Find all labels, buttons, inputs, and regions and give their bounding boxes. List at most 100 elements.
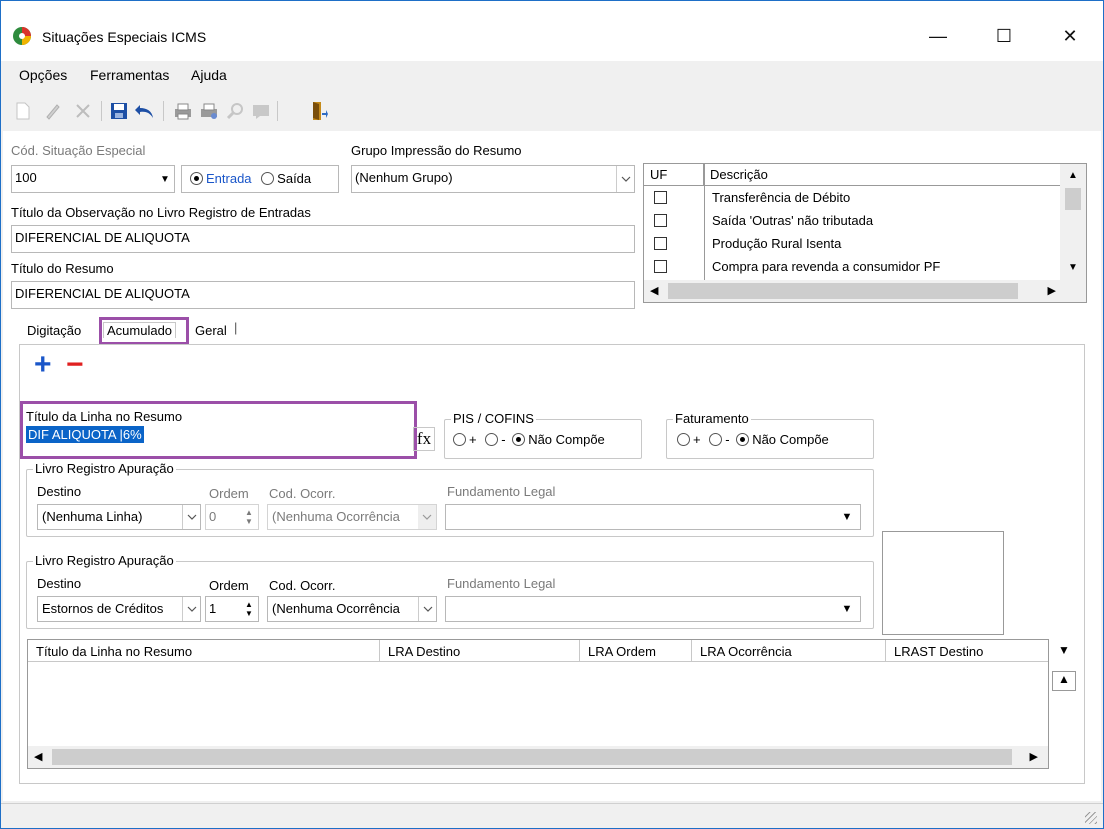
- col-titulo-linha[interactable]: Título da Linha no Resumo: [28, 640, 380, 662]
- fat-nao-compoe-radio[interactable]: Não Compõe: [736, 432, 829, 447]
- toolbar-separator: [163, 101, 164, 121]
- fat-minus-radio[interactable]: -: [709, 432, 730, 447]
- col-lra-ocorrencia[interactable]: LRA Ocorrência: [692, 640, 886, 662]
- lra-legend-2: Livro Registro Apuração: [33, 553, 176, 568]
- lra2-ordem-label: Ordem: [209, 578, 249, 593]
- comment-icon[interactable]: [249, 99, 273, 123]
- window-title: Situações Especiais ICMS: [42, 29, 207, 45]
- add-line-button[interactable]: +: [34, 347, 52, 383]
- lra1-cod-label: Cod. Ocorr.: [269, 486, 336, 501]
- edit-icon[interactable]: [41, 99, 65, 123]
- row-checkbox[interactable]: [654, 214, 667, 227]
- exit-icon[interactable]: [307, 99, 331, 123]
- saida-radio[interactable]: Saída: [261, 171, 311, 186]
- pis-nao-compoe-radio[interactable]: Não Compõe: [512, 432, 605, 447]
- row-checkbox[interactable]: [654, 237, 667, 250]
- chevron-down-icon[interactable]: [182, 597, 200, 621]
- lra2-fundamento-combo[interactable]: ▼: [445, 596, 861, 622]
- delete-icon[interactable]: [71, 99, 95, 123]
- scroll-right-icon[interactable]: ▶: [1030, 750, 1038, 763]
- acumulado-toolbar: + −: [20, 345, 1084, 389]
- menu-ferramentas[interactable]: Ferramentas: [90, 67, 169, 83]
- pis-plus-radio[interactable]: +: [453, 432, 477, 447]
- menu-ajuda[interactable]: Ajuda: [191, 67, 227, 83]
- cod-situacao-combo[interactable]: 100 ▼: [11, 165, 175, 193]
- remove-line-button[interactable]: −: [66, 347, 84, 383]
- lra1-fundamento-combo[interactable]: ▼: [445, 504, 861, 530]
- entrada-radio[interactable]: Entrada: [190, 171, 252, 186]
- uf-grid-row[interactable]: Produção Rural Isenta: [644, 233, 1060, 256]
- titulo-resumo-input[interactable]: DIFERENCIAL DE ALIQUOTA: [11, 281, 635, 309]
- save-icon[interactable]: [107, 99, 131, 123]
- spinner-arrows-icon[interactable]: ▲ ▼: [240, 505, 258, 529]
- maximize-button[interactable]: ☐: [981, 19, 1027, 53]
- lra1-destino-combo[interactable]: (Nenhuma Linha): [37, 504, 201, 530]
- chevron-down-icon[interactable]: [418, 597, 436, 621]
- horizontal-scrollbar[interactable]: ◀ ▶: [644, 280, 1086, 302]
- scroll-thumb[interactable]: [52, 749, 1012, 765]
- col-lrast-destino[interactable]: LRAST Destino: [886, 640, 1048, 662]
- print-icon[interactable]: [171, 99, 195, 123]
- titulo-observacao-input[interactable]: DIFERENCIAL DE ALIQUOTA: [11, 225, 635, 253]
- titulo-linha-highlight: [20, 401, 417, 459]
- undo-icon[interactable]: [133, 99, 157, 123]
- titulo-resumo-value: DIFERENCIAL DE ALIQUOTA: [15, 286, 190, 301]
- chevron-down-icon[interactable]: ▼: [834, 597, 860, 621]
- minimize-button[interactable]: —: [915, 19, 961, 53]
- tab-highlight: [99, 317, 189, 345]
- tab-digitacao[interactable]: Digitação: [27, 323, 81, 338]
- chevron-down-icon[interactable]: ▼: [156, 166, 174, 192]
- resize-grip-icon[interactable]: [1085, 812, 1097, 824]
- chevron-down-icon[interactable]: ▼: [834, 505, 860, 529]
- col-lra-destino[interactable]: LRA Destino: [380, 640, 580, 662]
- lra2-cod-combo[interactable]: (Nenhuma Ocorrência: [267, 596, 437, 622]
- uf-column-header[interactable]: UF: [644, 164, 704, 186]
- lra2-ordem-spinner[interactable]: 1 ▲ ▼: [205, 596, 259, 622]
- new-icon[interactable]: [11, 99, 35, 123]
- lra1-destino-value: (Nenhuma Linha): [42, 509, 143, 524]
- pis-minus-radio[interactable]: -: [485, 432, 506, 447]
- lra1-ordem-spinner[interactable]: 0 ▲ ▼: [205, 504, 259, 530]
- chevron-down-icon[interactable]: [182, 505, 200, 529]
- grupo-impressao-value: (Nenhum Grupo): [355, 170, 453, 185]
- scroll-left-icon[interactable]: ◀: [650, 284, 658, 297]
- scroll-up-icon[interactable]: ▲: [1068, 170, 1078, 181]
- grid-horizontal-scrollbar[interactable]: ◀ ▶: [28, 746, 1048, 768]
- scroll-left-icon[interactable]: ◀: [34, 750, 42, 763]
- uf-grid-row[interactable]: Transferência de Débito: [644, 187, 1060, 210]
- row-checkbox[interactable]: [654, 260, 667, 273]
- toolbar-separator: [277, 101, 278, 121]
- titulo-observacao-label: Título da Observação no Livro Registro d…: [11, 205, 311, 220]
- lra-legend-1: Livro Registro Apuração: [33, 461, 176, 476]
- scroll-right-icon[interactable]: ▶: [1048, 284, 1056, 297]
- cod-situacao-value: 100: [15, 170, 37, 185]
- chevron-down-icon[interactable]: [616, 166, 634, 192]
- faturamento-group: Faturamento + - Não Compõe: [666, 411, 874, 459]
- lra1-cod-combo[interactable]: (Nenhuma Ocorrência: [267, 504, 437, 530]
- tab-geral[interactable]: Geral: [195, 323, 227, 338]
- lra2-destino-combo[interactable]: Estornos de Créditos: [37, 596, 201, 622]
- row-descricao: Transferência de Débito: [712, 190, 851, 205]
- menu-opcoes[interactable]: Opções: [19, 67, 67, 83]
- grupo-impressao-combo[interactable]: (Nenhum Grupo): [351, 165, 635, 193]
- scroll-down-icon[interactable]: ▼: [1068, 262, 1078, 273]
- lra1-ordem-value: 0: [209, 509, 217, 524]
- fat-plus-radio[interactable]: +: [677, 432, 701, 447]
- vertical-scrollbar[interactable]: ▲ ▼: [1060, 164, 1086, 280]
- entrada-saida-radio-group: Entrada Saída: [181, 165, 339, 193]
- chevron-down-icon[interactable]: [418, 505, 436, 529]
- print-setup-icon[interactable]: [197, 99, 221, 123]
- move-down-icon[interactable]: ▼: [1052, 643, 1076, 663]
- spinner-arrows-icon[interactable]: ▲ ▼: [240, 597, 258, 621]
- search-icon[interactable]: [223, 99, 247, 123]
- scroll-thumb[interactable]: [1065, 188, 1081, 210]
- move-up-icon[interactable]: ▲: [1052, 671, 1076, 691]
- uf-grid-row[interactable]: Saída 'Outras' não tributada: [644, 210, 1060, 233]
- formula-button[interactable]: fx: [413, 427, 435, 451]
- uf-grid-row[interactable]: Compra para revenda a consumidor PF: [644, 256, 1060, 279]
- close-button[interactable]: ✕: [1047, 19, 1093, 53]
- row-checkbox[interactable]: [654, 191, 667, 204]
- scroll-thumb[interactable]: [668, 283, 1018, 299]
- descricao-column-header[interactable]: Descrição: [704, 164, 1060, 186]
- col-lra-ordem[interactable]: LRA Ordem: [580, 640, 692, 662]
